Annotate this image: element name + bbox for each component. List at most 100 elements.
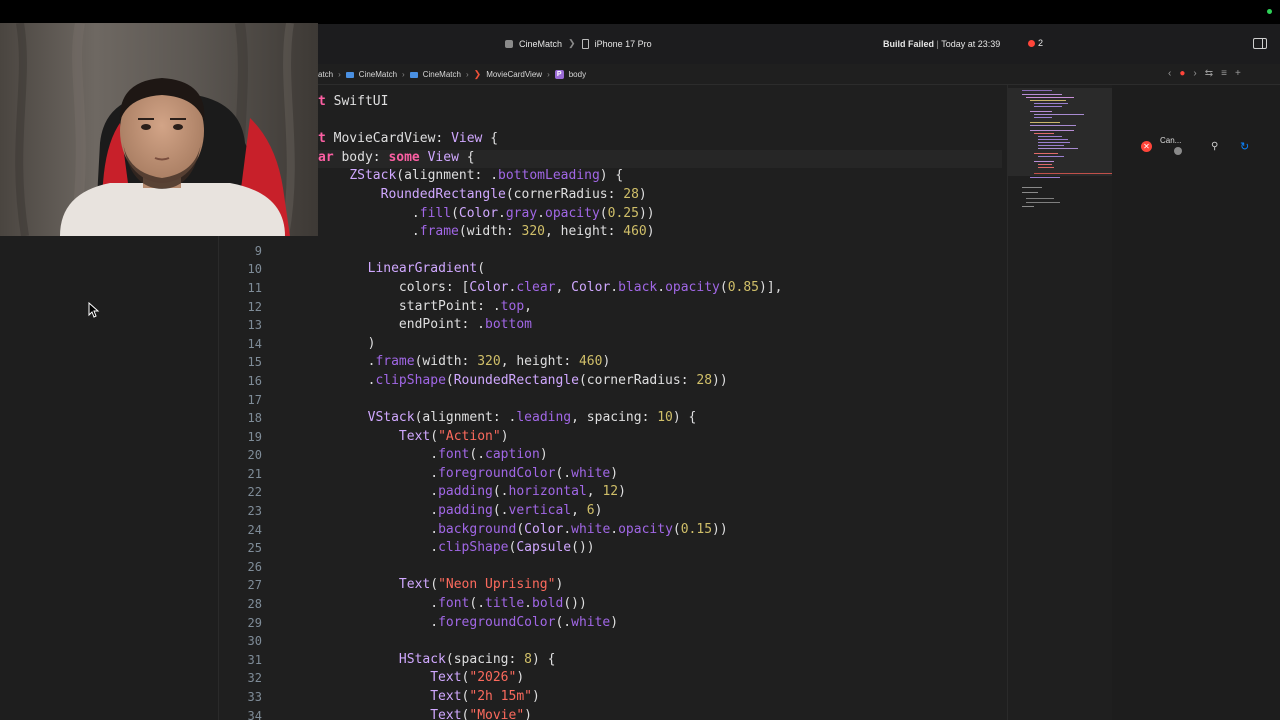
refresh-icon[interactable]: ↻ xyxy=(1240,140,1249,153)
line-number: 9 xyxy=(254,243,262,258)
line-number: 11 xyxy=(247,280,262,295)
breadcrumb-item[interactable]: atch xyxy=(318,70,333,79)
webcam-overlay xyxy=(0,23,318,236)
inspector-toggle-icon[interactable] xyxy=(1253,38,1267,49)
line-number: 25 xyxy=(247,541,262,556)
code-text: t SwiftUI xyxy=(318,94,389,109)
webcam-feed-image xyxy=(0,23,318,236)
breadcrumb-item[interactable]: body xyxy=(569,70,586,79)
device-icon xyxy=(581,38,589,49)
line-number: 12 xyxy=(247,299,262,314)
code-text: t MovieCardView: View { xyxy=(318,131,499,147)
code-text: .frame(width: 320, height: 460) xyxy=(318,224,655,240)
preview-status-label: Can... xyxy=(1160,136,1182,145)
line-number: 14 xyxy=(247,336,262,351)
line-number: 28 xyxy=(247,597,262,612)
line-number: 33 xyxy=(247,690,262,704)
code-text: ZStack(alignment: .bottomLeading) { xyxy=(349,168,624,184)
line-number: 19 xyxy=(247,429,262,444)
code-text: Text("2026") xyxy=(430,670,525,686)
line-number: 34 xyxy=(247,708,262,720)
line-number: 22 xyxy=(247,485,262,500)
device-name[interactable]: iPhone 17 Pro xyxy=(595,39,652,49)
close-icon[interactable]: ✕ xyxy=(1141,141,1152,152)
folder-icon xyxy=(409,71,418,78)
line-number: 23 xyxy=(247,504,262,519)
app-icon xyxy=(505,39,513,48)
mouse-cursor-icon xyxy=(88,302,100,318)
folder-icon xyxy=(345,71,354,78)
line-number: 20 xyxy=(247,448,262,463)
code-text: .background(Color.white.opacity(0.15)) xyxy=(305,521,728,537)
breadcrumb-item[interactable]: CineMatch xyxy=(423,70,461,79)
chevron-right-icon: › xyxy=(547,70,550,79)
code-text: colors: [Color.clear, Color.black.opacit… xyxy=(305,279,783,295)
line-number: 17 xyxy=(247,392,262,407)
code-text: .clipShape(Capsule()) xyxy=(305,540,595,556)
build-time: Today at 23:39 xyxy=(941,39,1001,49)
scheme-selector[interactable]: CineMatch ❯ iPhone 17 Pro xyxy=(505,38,652,49)
build-status: Build Failed | Today at 23:39 xyxy=(883,39,1001,49)
code-text: LinearGradient( xyxy=(367,261,486,277)
code-text: .frame(width: 320, height: 460) xyxy=(305,354,611,370)
breadcrumb-item[interactable]: CineMatch xyxy=(359,70,397,79)
code-text: .fill(Color.gray.opacity(0.25)) xyxy=(318,205,655,221)
minimap-viewport[interactable] xyxy=(1008,88,1112,176)
line-number: 31 xyxy=(247,652,262,667)
code-text: .padding(.horizontal, 12) xyxy=(305,484,626,500)
swap-icon[interactable]: ⇆ xyxy=(1205,68,1213,79)
line-number: 32 xyxy=(247,671,262,686)
chevron-right-icon[interactable]: › xyxy=(1193,68,1196,79)
editor-nav-controls: ‹ ● › ⇆ ≡ + xyxy=(1168,68,1241,79)
minimap[interactable] xyxy=(1007,85,1114,720)
issue-badge[interactable]: 2 xyxy=(1028,38,1043,48)
scheme-name: CineMatch xyxy=(519,38,563,49)
line-number: 30 xyxy=(247,634,262,649)
code-text: .padding(.vertical, 6) xyxy=(305,503,603,519)
status-indicator-icon xyxy=(1267,9,1272,14)
code-text: Text("Movie") xyxy=(430,707,532,720)
line-number: 13 xyxy=(247,318,262,333)
chevron-right-icon: › xyxy=(402,70,405,79)
line-number: 26 xyxy=(247,559,262,574)
info-icon[interactable] xyxy=(1174,147,1182,155)
canvas-preview-pane: ✕ Can... ⚲ ↻ xyxy=(1112,85,1280,720)
line-number: 18 xyxy=(247,411,262,426)
code-text: ar body: some View { xyxy=(318,149,475,165)
error-nav-icon[interactable]: ● xyxy=(1179,68,1185,79)
chevron-right-icon: ❯ xyxy=(568,38,576,48)
code-editor[interactable]: t SwiftUI t MovieCardView: View { ar body:… xyxy=(219,85,1007,720)
code-text: ) xyxy=(305,335,376,351)
code-text: endPoint: .bottom xyxy=(305,317,532,333)
line-number: 27 xyxy=(247,578,262,593)
menu-icon[interactable]: ≡ xyxy=(1221,68,1227,79)
line-number: 21 xyxy=(247,466,262,481)
swift-file-icon: ❯ xyxy=(473,69,482,79)
line-number: 29 xyxy=(247,615,262,630)
code-text: .foregroundColor(.white) xyxy=(305,465,619,481)
code-text: .font(.caption) xyxy=(305,447,548,463)
build-status-text: Build Failed xyxy=(883,39,935,49)
code-text: Text("Neon Uprising") xyxy=(398,577,564,593)
line-number: 16 xyxy=(247,373,262,388)
line-number: 24 xyxy=(247,522,262,537)
code-text: startPoint: .top, xyxy=(305,298,532,314)
error-icon xyxy=(1028,39,1035,47)
add-editor-icon[interactable]: + xyxy=(1235,68,1241,79)
code-text: RoundedRectangle(cornerRadius: 28) xyxy=(380,186,647,202)
code-text: VStack(alignment: .leading, spacing: 10)… xyxy=(367,410,697,426)
code-text: Text("Action") xyxy=(398,428,509,444)
pin-icon[interactable]: ⚲ xyxy=(1211,141,1218,152)
code-text: .clipShape(RoundedRectangle(cornerRadius… xyxy=(305,372,728,388)
breadcrumb-item[interactable]: MovieCardView xyxy=(486,70,542,79)
line-number: 10 xyxy=(247,262,262,277)
code-text: .foregroundColor(.white) xyxy=(305,614,619,630)
code-text: HStack(spacing: 8) { xyxy=(398,651,556,667)
line-number: 15 xyxy=(247,355,262,370)
breadcrumb: atch › CineMatch › CineMatch › ❯ MovieCa… xyxy=(318,69,586,80)
chevron-right-icon: › xyxy=(338,70,341,79)
code-text: Text("2h 15m") xyxy=(430,689,540,704)
code-text: .font(.title.bold()) xyxy=(305,596,587,612)
system-menu-bar xyxy=(0,0,1280,24)
chevron-left-icon[interactable]: ‹ xyxy=(1168,68,1171,79)
